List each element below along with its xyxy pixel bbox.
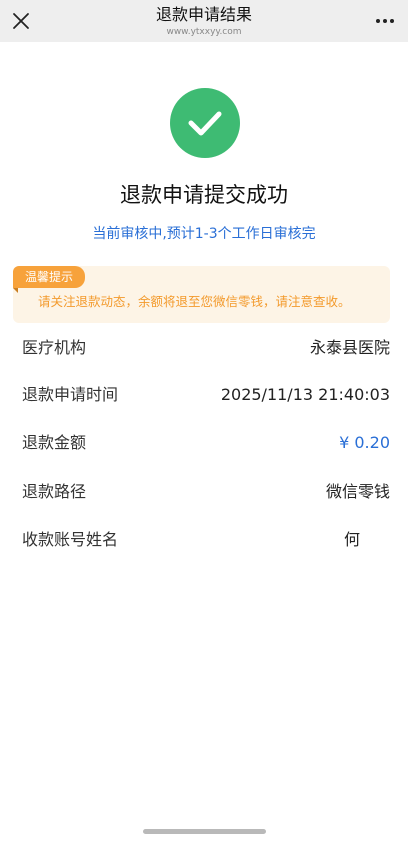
result-subtitle: 当前审核中,预计1-3个工作日审核完 bbox=[92, 226, 316, 242]
refund-amount: ¥ 0.20 bbox=[339, 433, 390, 452]
info-value-masked: 何 bbox=[344, 528, 390, 552]
info-row-institution: 医疗机构 永泰县医院 bbox=[22, 336, 390, 360]
info-row-account-name: 收款账号姓名 何 bbox=[22, 528, 390, 552]
notice-text: 请关注退款动态，余额将退至您微信零钱，请注意查收。 bbox=[38, 294, 351, 309]
info-label: 收款账号姓名 bbox=[22, 530, 119, 549]
result-title: 退款申请提交成功 bbox=[120, 183, 288, 207]
notice-tag-fold bbox=[13, 288, 18, 293]
success-badge bbox=[170, 88, 240, 158]
more-icon bbox=[376, 19, 394, 23]
check-icon bbox=[188, 111, 222, 136]
info-value: 永泰县医院 bbox=[309, 338, 390, 357]
masked-region bbox=[360, 531, 390, 550]
account-name: 何 bbox=[343, 530, 360, 549]
notice-tag: 温馨提示 bbox=[13, 266, 86, 288]
info-row-route: 退款路径 微信零钱 bbox=[22, 480, 390, 504]
notice-box: 温馨提示 请关注退款动态，余额将退至您微信零钱，请注意查收。 bbox=[13, 266, 390, 323]
info-row-apply-time: 退款申请时间 2025/11/13 21:40:03 bbox=[22, 383, 390, 407]
info-value: 2025/11/13 21:40:03 bbox=[220, 385, 390, 404]
info-label: 退款金额 bbox=[22, 433, 87, 452]
info-value: 微信零钱 bbox=[325, 482, 390, 501]
refund-result-page: 退款申请结果 www.ytxxyy.com 退款申请提交成功 当前审核中,预计1… bbox=[0, 0, 408, 843]
info-label: 医疗机构 bbox=[22, 338, 87, 357]
info-label: 退款路径 bbox=[22, 482, 87, 501]
page-url: www.ytxxyy.com bbox=[166, 27, 242, 37]
navbar: 退款申请结果 www.ytxxyy.com bbox=[0, 0, 408, 42]
page-title: 退款申请结果 bbox=[155, 5, 252, 24]
info-row-amount: 退款金额 ¥ 0.20 bbox=[22, 431, 390, 455]
info-label: 退款申请时间 bbox=[22, 385, 119, 404]
more-button[interactable] bbox=[372, 10, 398, 32]
home-indicator[interactable] bbox=[143, 829, 266, 834]
